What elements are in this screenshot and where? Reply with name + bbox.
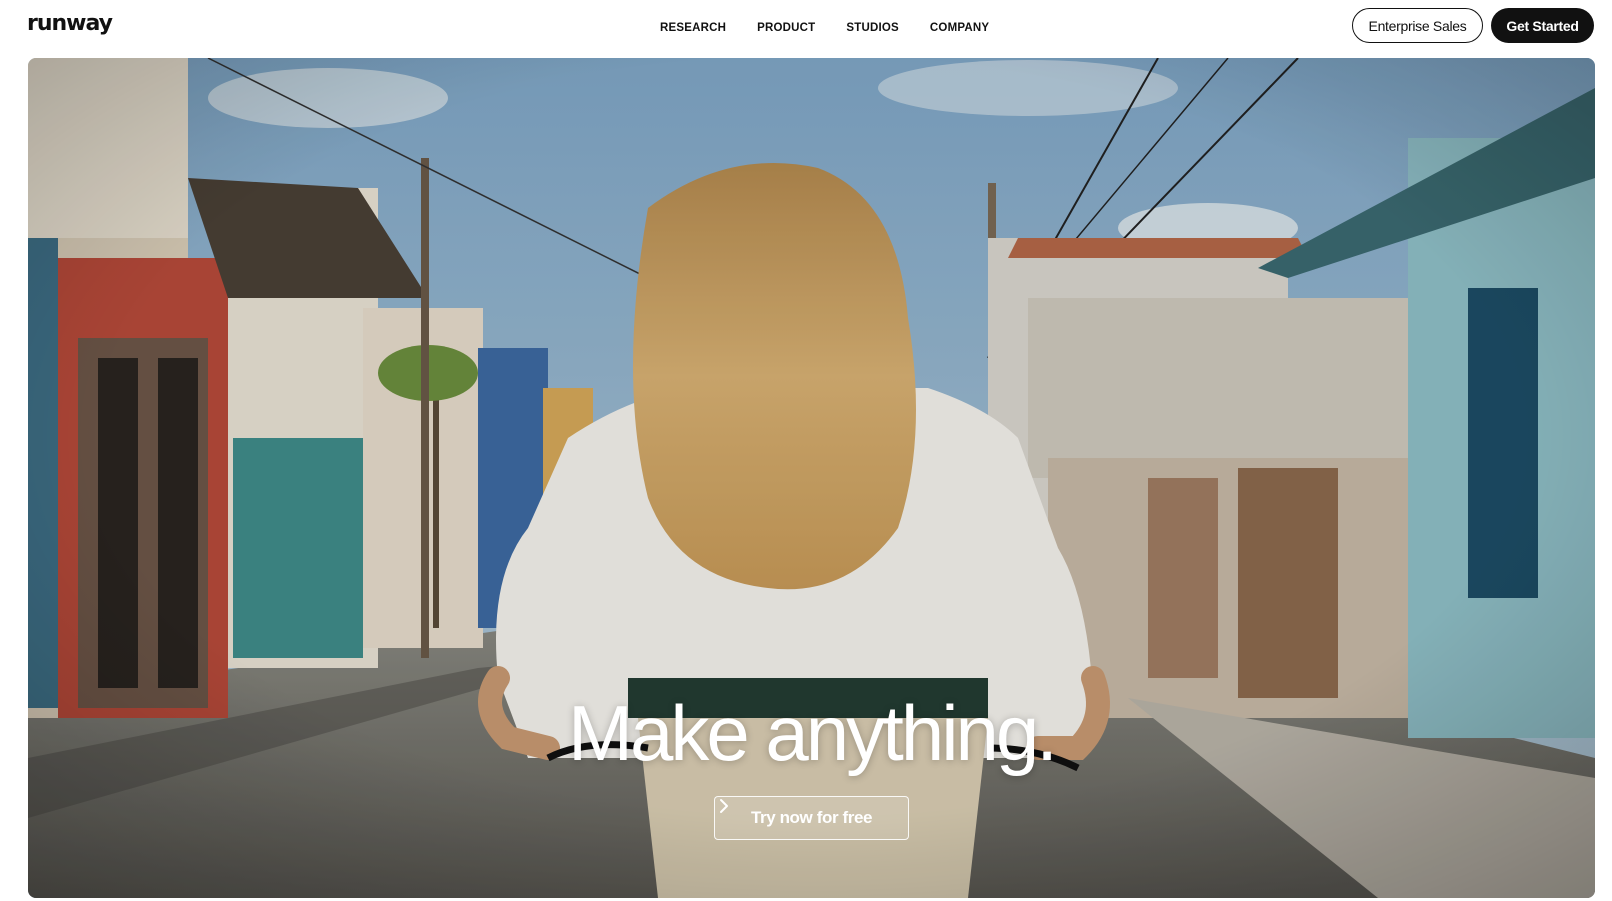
try-now-button[interactable]: Try now for free: [714, 796, 909, 840]
enterprise-sales-button[interactable]: Enterprise Sales: [1352, 8, 1483, 43]
hero-headline: Make anything.: [568, 689, 1058, 777]
get-started-button[interactable]: Get Started: [1491, 8, 1594, 43]
chevron-right-icon: [720, 799, 728, 813]
main-nav: RESEARCH PRODUCT STUDIOS COMPANY: [660, 20, 1020, 36]
runway-logo[interactable]: runway: [27, 9, 113, 39]
hero-section: Make anything. Try now for free: [28, 58, 1595, 898]
try-now-label: Try now for free: [750, 808, 873, 827]
nav-item-company[interactable]: COMPANY: [930, 20, 989, 36]
nav-item-product[interactable]: PRODUCT: [757, 20, 815, 36]
nav-item-research[interactable]: RESEARCH: [660, 20, 726, 36]
site-header: runway RESEARCH PRODUCT STUDIOS COMPANY …: [0, 0, 1612, 56]
nav-item-studios[interactable]: STUDIOS: [846, 20, 899, 36]
